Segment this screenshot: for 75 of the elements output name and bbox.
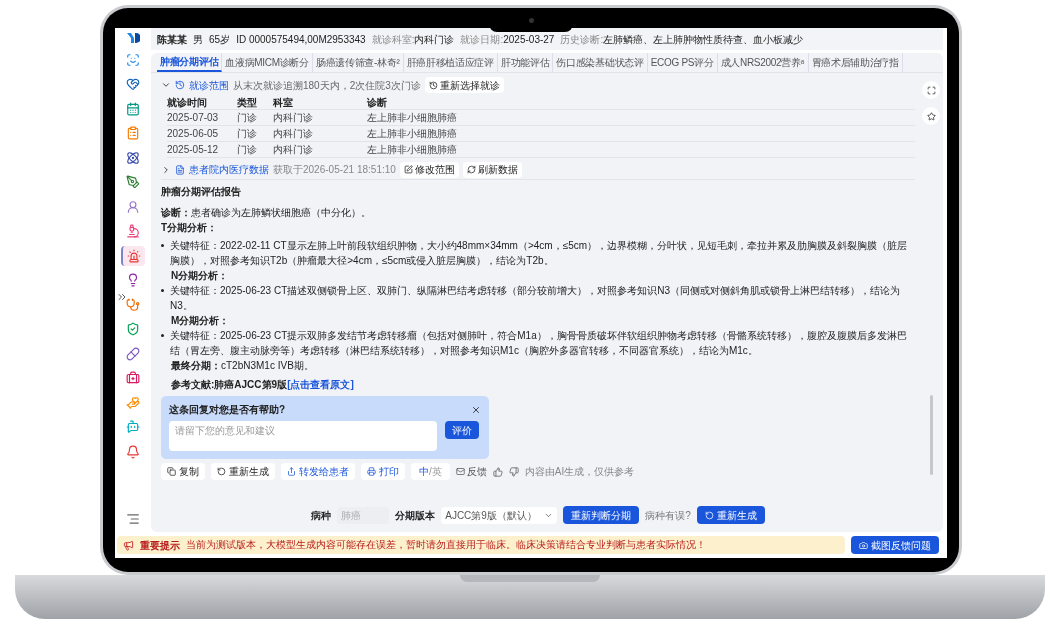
tab[interactable]: 肝功能评估	[497, 53, 554, 72]
column-header: 就诊时间	[167, 96, 208, 110]
table-cell-text: 2025-06-05	[167, 127, 220, 141]
copy-button[interactable]: 复制	[161, 463, 205, 480]
notice-message: 当前为测试版本，大模型生成内容可能存在误差，暂时请勿直接用于临床。临床决策请结合专业判断与患者实际情况！	[186, 537, 706, 552]
visit-summary: 从末次就诊追溯180天内，2次住院3次门诊	[233, 78, 421, 93]
patient-name: 陈某某	[157, 32, 187, 47]
tab[interactable]: 胃癌术后辅助治疗指	[808, 53, 903, 72]
tab[interactable]: 肠癌遗传筛查-林奇²	[312, 53, 404, 72]
history-label: 历史诊断:	[560, 32, 604, 47]
section-heading: T分期分析：	[161, 221, 219, 235]
dept-value: 内科门诊	[414, 32, 455, 47]
table-cell-text: 左上肺非小细胞肺癌	[367, 127, 458, 141]
share-button[interactable]: 转发给患者	[281, 463, 355, 480]
screenshot-feedback-button[interactable]: 截图反馈问题	[851, 536, 939, 554]
disease-label: 病种	[311, 508, 332, 523]
table-cell-text: 内科门诊	[273, 143, 314, 157]
table-cell-text: 门诊	[237, 111, 258, 125]
fetch-time: 获取于2026-05-21 18:51:10	[273, 163, 396, 177]
separator: /	[429, 465, 432, 479]
final-stage-text: 最终分期：cT2bN3M1c IVB期。	[170, 359, 315, 373]
date-value: 2025-03-27	[503, 32, 555, 47]
table-cell-text: 左上肺非小细胞肺癌	[367, 143, 458, 157]
table-cell-text: 内科门诊	[273, 127, 314, 141]
disease-field[interactable]: 肺癌	[337, 506, 390, 524]
feedback-link[interactable]: 反馈	[455, 464, 487, 479]
wrong-disease-prompt: 病种有误?	[645, 508, 691, 523]
table-cell-text: 内科门诊	[273, 111, 314, 125]
section-heading: N分期分析：	[170, 269, 230, 283]
tab[interactable]: 血液病MICM诊断分	[222, 53, 313, 72]
analysis-text: 关键特征：2025-06-23 CT提示双肺多发结节考虑转移瘤（包括对侧肺叶，符合M1a），胸骨骨质破坏伴软组织肿物考虑转移（骨骼系统转移），腹腔及腹膜后多发淋巴结（胃左旁、腹主动脉旁等）考虑转移（淋巴结系统转移），对照参考知识M1c（胸腔外多器官转移，不同器官系统），结论为M1c。	[170, 329, 908, 358]
reselect-visit-button[interactable]: 重新选择就诊	[424, 77, 504, 93]
tab[interactable]: ECOG PS评分	[647, 53, 718, 72]
regenerate-button[interactable]: 重新生成	[696, 506, 765, 524]
history-value: 左肺鳞癌、左上肺肿物性质待查、血小板减少	[603, 32, 804, 47]
section-heading: M分期分析：	[170, 314, 231, 328]
regenerate-button[interactable]: 重新生成	[211, 463, 275, 480]
table-cell-text: 门诊	[237, 127, 258, 141]
patient-id: ID 0000575494,00M2953343	[236, 32, 366, 47]
column-header: 类型	[237, 96, 258, 110]
diagnosis-text: 诊断：患者确诊为左肺鳞状细胞癌（中分化）。	[161, 206, 372, 220]
section-title[interactable]: 患者院内医疗数据	[189, 162, 269, 177]
report-title: 肿瘤分期评估报告	[161, 185, 242, 199]
patient-sex: 男	[193, 32, 203, 47]
tab[interactable]: 肿瘤分期评估	[157, 53, 223, 72]
view-original-link[interactable]: [点击查看原文]	[287, 377, 354, 392]
tab[interactable]: 成人NRS2002营养⁸	[717, 53, 809, 72]
rate-button[interactable]: 评价	[445, 421, 479, 439]
refresh-data-button[interactable]: 刷新数据	[462, 161, 522, 178]
language-toggle[interactable]: 中/英	[411, 463, 450, 480]
date-label: 就诊日期:	[460, 32, 504, 47]
feedback-input[interactable]: 请留下您的意见和建议	[169, 421, 437, 451]
rejudge-button[interactable]: 重新判断分期	[563, 506, 640, 524]
reference-text: 参考文献:肺癌AJCC第9版	[171, 378, 288, 392]
feedback-question: 这条回复对您是否有帮助?	[169, 403, 286, 417]
version-select[interactable]: AJCC第9版（默认）	[441, 506, 558, 524]
tab[interactable]: 肝癌肝移植适应症评	[403, 53, 498, 72]
dept-label: 就诊科室:	[371, 32, 415, 47]
table-cell-text: 左上肺非小细胞肺癌	[367, 111, 458, 125]
analysis-text: 关键特征：2022-02-11 CT显示左肺上叶前段软组织肿物，大小约48mm×34mm（>4cm，≤5cm），边界模糊，分叶状，见短毛刺，牵拉并累及肋胸膜及斜裂胸膜（脏层胸膜），对照参考知识T2b（肿瘤最大径>4cm，≤5cm或侵入脏层胸膜），结论为T2b。	[170, 239, 909, 268]
ai-disclaimer: 内容由AI生成，仅供参考	[524, 465, 635, 479]
notice-title: 重要提示	[140, 538, 180, 553]
table-cell-text: 门诊	[237, 143, 258, 157]
table-cell-text: 2025-05-12	[167, 143, 220, 157]
analysis-text: 关键特征：2025-06-23 CT描述双侧锁骨上区、双肺门、纵隔淋巴结考虑转移（部分较前增大），对照参考知识N3（同侧或对侧斜角肌或锁骨上淋巴结转移），结论为N3。	[170, 284, 902, 313]
table-cell-text: 2025-07-03	[167, 111, 220, 125]
print-button[interactable]: 打印	[361, 463, 405, 480]
column-header: 诊断	[367, 96, 388, 110]
edit-range-button[interactable]: 修改范围	[399, 161, 459, 178]
section-title[interactable]: 就诊范围	[189, 77, 229, 93]
tab[interactable]: 伤口感染基础状态评	[553, 53, 648, 72]
column-header: 科室	[273, 96, 294, 110]
language-option[interactable]: 中	[419, 464, 429, 479]
version-label: 分期版本	[395, 508, 436, 523]
patient-age: 65岁	[209, 32, 231, 47]
